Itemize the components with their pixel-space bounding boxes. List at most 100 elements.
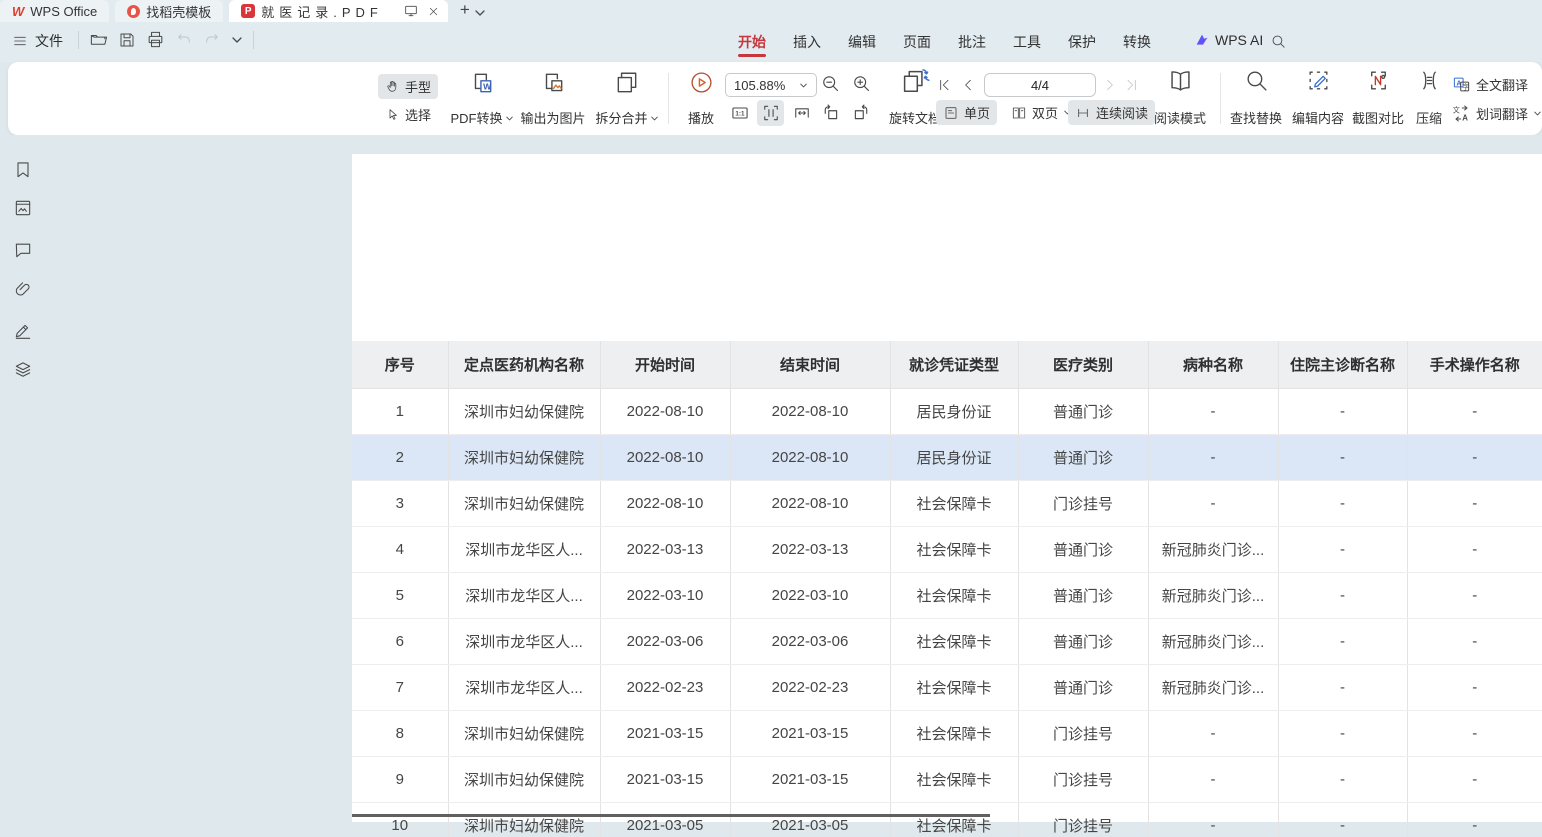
pdf-page[interactable]: 序号定点医药机构名称开始时间结束时间就诊凭证类型医疗类别病种名称住院主诊断名称手… — [352, 154, 1542, 822]
column-header: 手术操作名称 — [1407, 341, 1542, 389]
table-cell: - — [1407, 481, 1542, 527]
tab-label: 就医记录.PDF — [261, 2, 383, 21]
table-cell: - — [1278, 435, 1407, 481]
play-button[interactable]: 播放 — [678, 70, 724, 126]
compress-button[interactable]: 压缩 — [1406, 68, 1452, 126]
table-cell: - — [1278, 527, 1407, 573]
last-page-button[interactable] — [1124, 77, 1140, 98]
table-cell: 普通门诊 — [1018, 619, 1148, 665]
separator — [253, 31, 254, 49]
menu-item-0[interactable]: 开始 — [738, 23, 766, 61]
compress-icon — [1417, 68, 1442, 93]
table-cell: 社会保障卡 — [890, 757, 1018, 803]
read-mode-label: 阅读模式 — [1154, 111, 1206, 126]
table-cell: 普通门诊 — [1018, 389, 1148, 435]
edit-content-label: 编辑内容 — [1292, 111, 1344, 126]
fit-page-button[interactable] — [757, 100, 784, 126]
find-replace-button[interactable]: 查找替换 — [1222, 68, 1290, 126]
continuous-reading-button[interactable]: 连续阅读 — [1068, 100, 1155, 125]
menu-item-4[interactable]: 批注 — [958, 23, 986, 61]
separate-window-icon[interactable] — [403, 3, 419, 19]
previous-page-button[interactable] — [960, 77, 976, 98]
tab-docer-templates[interactable]: 找稻壳模板 — [115, 0, 223, 22]
ribbon-tabs: 开始插入编辑页面批注工具保护转换 — [738, 22, 1151, 62]
pdf-convert-button[interactable]: W PDF转换 — [445, 70, 519, 126]
rotate-right-icon — [851, 102, 872, 123]
table-cell: 新冠肺炎门诊... — [1148, 665, 1278, 711]
quick-access-chevron-icon[interactable] — [231, 34, 243, 46]
menu-item-5[interactable]: 工具 — [1013, 23, 1041, 61]
table-cell: 2022-03-06 — [730, 619, 890, 665]
rotate-document-label: 旋转文档 — [889, 111, 941, 126]
export-image-button[interactable]: 输出为图片 — [513, 70, 593, 126]
new-tab-button[interactable]: + — [460, 0, 470, 22]
next-page-button[interactable] — [1102, 77, 1118, 98]
thumbnail-icon[interactable] — [13, 198, 33, 218]
table-cell: 2022-03-13 — [730, 527, 890, 573]
open-file-icon[interactable] — [89, 30, 108, 49]
close-tab-icon[interactable] — [427, 5, 440, 18]
table-cell: 2022-08-10 — [600, 389, 730, 435]
file-menu-button[interactable]: 文件 — [12, 31, 63, 51]
table-cell: 深圳市妇幼保健院 — [448, 481, 600, 527]
actual-size-button[interactable]: 1:1 — [728, 101, 752, 125]
ribbon-toolbar: 手型 选择 W PDF转换 输出为图片 拆分合并 播放 105. — [8, 62, 1542, 135]
select-tool-button[interactable]: 选择 — [378, 102, 438, 127]
wps-ai-button[interactable]: WPS AI — [1194, 32, 1263, 48]
zoom-level-select[interactable]: 105.88% — [725, 73, 817, 97]
redo-icon[interactable] — [203, 31, 221, 49]
pdf-convert-label: PDF转换 — [450, 111, 502, 126]
wps-logo-icon: W — [12, 4, 24, 19]
fit-width-button[interactable] — [790, 101, 814, 125]
layers-icon[interactable] — [13, 360, 33, 380]
svg-text:A: A — [1462, 114, 1468, 123]
rotate-left-button[interactable] — [820, 102, 841, 128]
fulltext-translate-button[interactable]: A字 全文翻译 — [1452, 72, 1528, 97]
menu-item-2[interactable]: 编辑 — [848, 23, 876, 61]
menu-item-1[interactable]: 插入 — [793, 23, 821, 61]
table-cell: - — [1407, 711, 1542, 757]
menu-item-7[interactable]: 转换 — [1123, 23, 1151, 61]
attachment-icon[interactable] — [13, 280, 33, 300]
tab-document-pdf[interactable]: P 就医记录.PDF — [229, 0, 448, 22]
undo-icon[interactable] — [175, 31, 193, 49]
print-icon[interactable] — [146, 30, 165, 49]
rotate-right-button[interactable] — [851, 102, 872, 128]
single-page-button[interactable]: 单页 — [936, 100, 997, 125]
split-merge-label: 拆分合并 — [595, 111, 647, 126]
word-translate-button[interactable]: 文A 划词翻译 — [1452, 101, 1542, 126]
zoom-in-button[interactable] — [851, 73, 872, 99]
bookmark-icon[interactable] — [13, 160, 33, 180]
tab-list-chevron-icon[interactable] — [474, 2, 486, 24]
first-page-button[interactable] — [936, 77, 952, 98]
tab-label: 找稻壳模板 — [146, 2, 211, 21]
table-cell: - — [1148, 481, 1278, 527]
tab-wps-office[interactable]: W WPS Office — [0, 0, 109, 22]
search-icon[interactable] — [1270, 33, 1287, 50]
read-mode-button[interactable]: 阅读模式 — [1148, 68, 1212, 126]
save-icon[interactable] — [118, 31, 136, 49]
page-number-input[interactable]: 4/4 — [984, 73, 1096, 97]
table-cell: 社会保障卡 — [890, 803, 1018, 837]
table-cell: 3 — [352, 481, 448, 527]
hand-tool-label: 手型 — [405, 77, 431, 96]
table-row: 6深圳市龙华区人...2022-03-062022-03-06社会保障卡普通门诊… — [352, 619, 1542, 665]
edit-content-button[interactable]: 编辑内容 — [1286, 68, 1350, 126]
column-header: 开始时间 — [600, 341, 730, 389]
menu-item-6[interactable]: 保护 — [1068, 23, 1096, 61]
zoom-out-button[interactable] — [820, 73, 841, 99]
quick-access-toolbar — [78, 30, 254, 49]
split-merge-button[interactable]: 拆分合并 — [588, 70, 666, 126]
one-to-one-icon: 1:1 — [730, 103, 750, 123]
hand-tool-button[interactable]: 手型 — [378, 74, 438, 99]
table-cell: 2021-03-15 — [600, 711, 730, 757]
table-cell: 深圳市妇幼保健院 — [448, 757, 600, 803]
table-cell: 深圳市龙华区人... — [448, 573, 600, 619]
annotate-pen-icon[interactable] — [13, 320, 33, 340]
wps-ai-logo-icon — [1194, 32, 1210, 48]
comment-icon[interactable] — [13, 240, 33, 260]
table-cell: 2022-08-10 — [600, 435, 730, 481]
table-cell: - — [1407, 435, 1542, 481]
screenshot-compare-button[interactable]: 截图对比 — [1346, 68, 1410, 126]
menu-item-3[interactable]: 页面 — [903, 23, 931, 61]
